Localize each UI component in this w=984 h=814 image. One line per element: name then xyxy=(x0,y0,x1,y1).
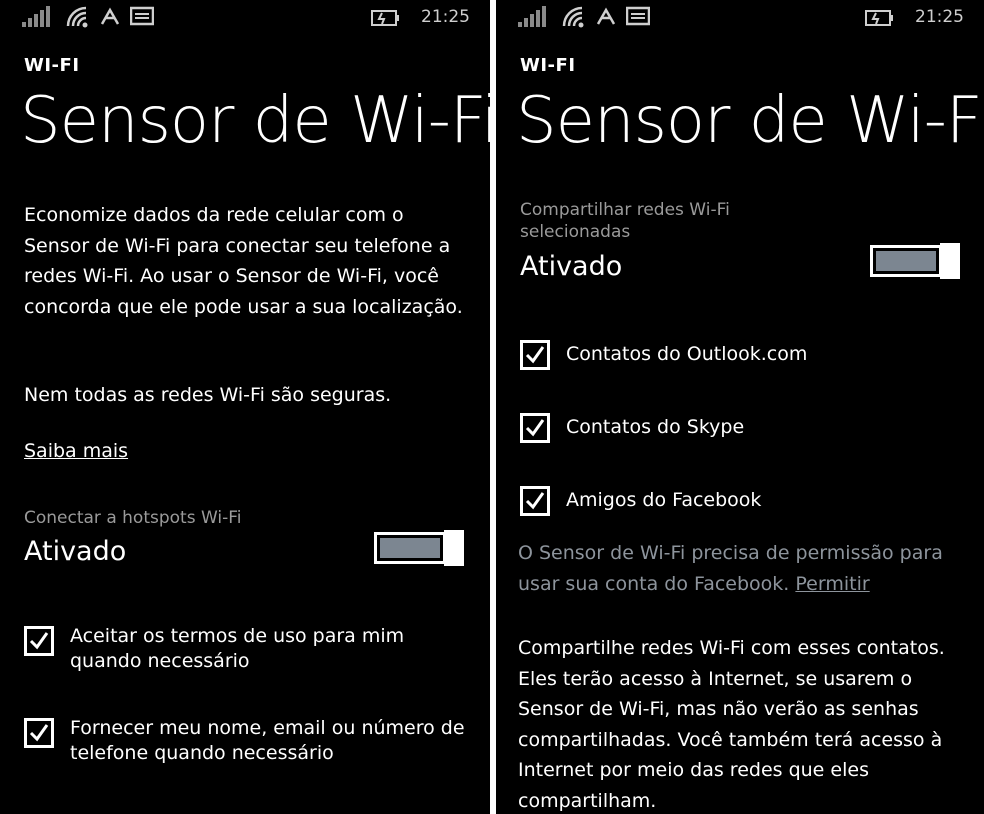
message-icon xyxy=(130,6,154,26)
checkmark-icon xyxy=(525,346,545,364)
checkbox-row-facebook[interactable]: Amigos do Facebook xyxy=(520,484,761,516)
clock: 21:25 xyxy=(915,7,964,27)
facebook-permission-notice: O Sensor de Wi-Fi precisa de permissão p… xyxy=(518,538,968,599)
description-text: Economize dados da rede celular com o Se… xyxy=(24,204,463,318)
checkbox-contact-info[interactable] xyxy=(24,718,54,748)
toggle-label-hotspots: Conectar a hotspots Wi-Fi xyxy=(24,508,242,528)
clock: 21:25 xyxy=(421,7,470,27)
status-bar: 21:25 xyxy=(518,6,964,30)
page-title: Sensor de Wi-Fi xyxy=(516,84,984,158)
checkmark-icon xyxy=(525,419,545,437)
toggle-state-hotspots: Ativado xyxy=(24,536,127,567)
checkbox-skype[interactable] xyxy=(520,413,550,443)
signal-strength-icon xyxy=(22,6,50,27)
hotspots-toggle-switch[interactable] xyxy=(374,530,464,566)
data-sense-icon xyxy=(100,7,120,25)
app-title: WI-FI xyxy=(24,55,80,76)
checkbox-facebook[interactable] xyxy=(520,486,550,516)
share-info-text: Compartilhe redes Wi-Fi com esses contat… xyxy=(518,637,945,812)
checkmark-icon xyxy=(525,492,545,510)
toggle-state-share: Ativado xyxy=(520,251,623,282)
signal-strength-icon xyxy=(518,6,546,27)
message-icon xyxy=(626,6,650,26)
battery-charging-icon xyxy=(371,10,399,26)
battery-charging-icon xyxy=(865,10,893,26)
left-screen: 21:25 WI-FI Sensor de Wi-Fi Economize da… xyxy=(0,0,490,814)
right-screen: 21:25 WI-FI Sensor de Wi-Fi Compartilhar… xyxy=(496,0,984,814)
permit-link[interactable]: Permitir xyxy=(795,573,869,595)
checkbox-terms[interactable] xyxy=(24,626,54,656)
wifi-icon xyxy=(66,6,88,28)
checkbox-row-contact-info[interactable]: Fornecer meu nome, email ou número de te… xyxy=(24,716,474,766)
checkmark-icon xyxy=(29,724,49,742)
page-title: Sensor de Wi-Fi xyxy=(20,84,490,158)
checkbox-row-terms[interactable]: Aceitar os termos de uso para mim quando… xyxy=(24,624,474,674)
wifi-icon xyxy=(562,6,584,28)
data-sense-icon xyxy=(596,7,616,25)
checkbox-label: Contatos do Outlook.com xyxy=(566,343,808,365)
checkbox-label: Aceitar os termos de uso para mim quando… xyxy=(70,625,405,672)
app-title: WI-FI xyxy=(520,55,576,76)
toggle-label-share: Compartilhar redes Wi-Fi selecionadas xyxy=(520,200,730,242)
facebook-notice-text: O Sensor de Wi-Fi precisa de permissão p… xyxy=(518,542,943,595)
checkbox-label: Amigos do Facebook xyxy=(566,489,762,511)
checkbox-label: Fornecer meu nome, email ou número de te… xyxy=(70,717,465,764)
security-warning: Nem todas as redes Wi-Fi são seguras. xyxy=(24,384,392,406)
checkbox-row-outlook[interactable]: Contatos do Outlook.com xyxy=(520,338,807,370)
checkbox-label: Contatos do Skype xyxy=(566,416,745,438)
learn-more-link[interactable]: Saiba mais xyxy=(24,436,128,467)
status-bar: 21:25 xyxy=(22,6,470,30)
checkbox-outlook[interactable] xyxy=(520,340,550,370)
share-toggle-switch[interactable] xyxy=(870,243,960,279)
checkmark-icon xyxy=(29,632,49,650)
checkbox-row-skype[interactable]: Contatos do Skype xyxy=(520,411,744,443)
